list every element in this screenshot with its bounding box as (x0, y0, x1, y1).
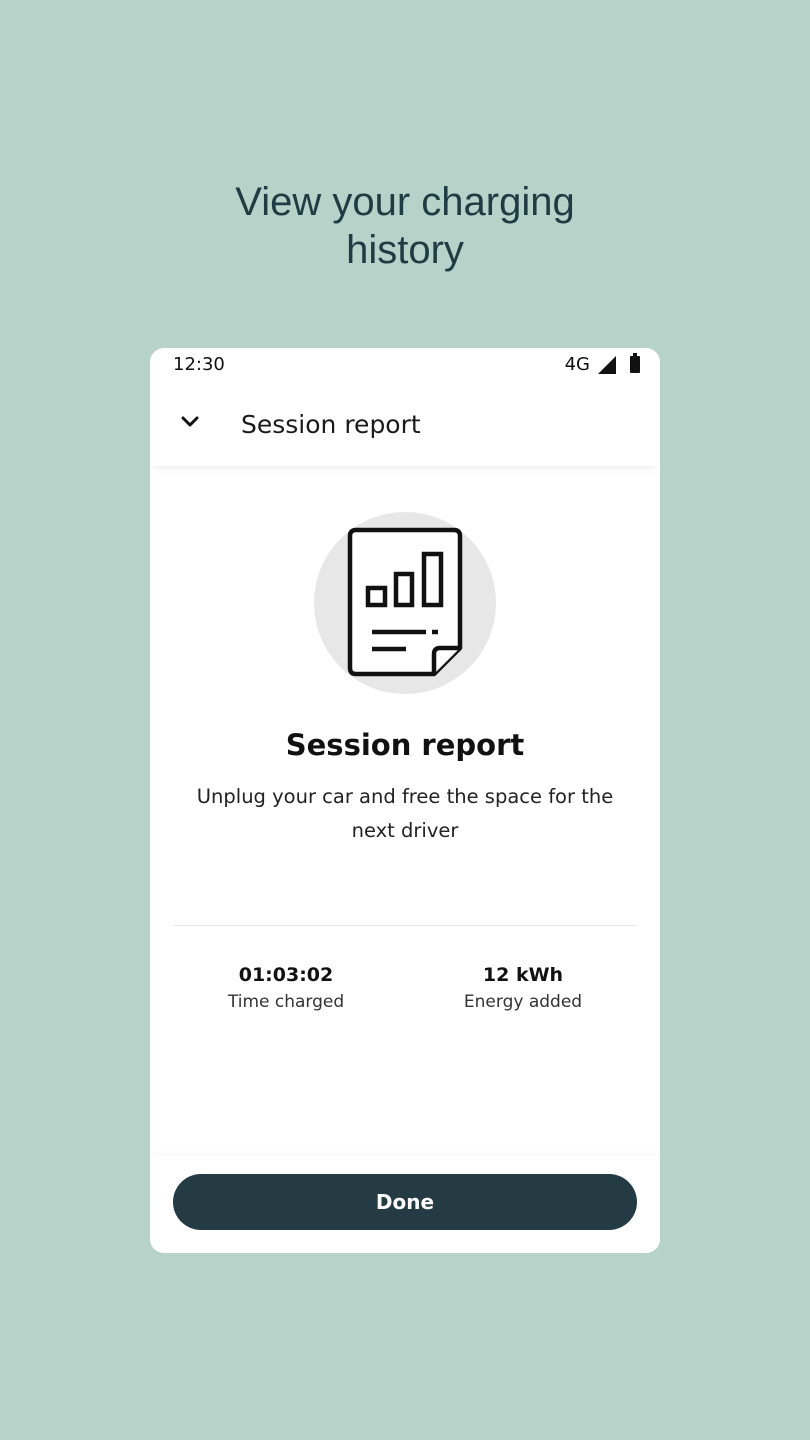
section-title: Session report (285, 728, 525, 762)
stat-value: 12 kWh (482, 964, 564, 986)
status-bar: 12:30 4G (150, 348, 660, 382)
report-illustration (314, 512, 496, 694)
phone-screen: 12:30 4G Session report Session report U… (150, 348, 660, 1253)
section-description: Unplug your car and free the space for t… (196, 785, 614, 842)
headline-line-1: View your charging (235, 180, 575, 224)
stat-energy-added: 12 kWh Energy added (413, 962, 633, 1016)
battery-icon (630, 353, 640, 373)
headline: View your charging history (0, 178, 810, 274)
stat-label: Energy added (463, 992, 583, 1012)
status-time: 12:30 (173, 354, 225, 375)
network-type: 4G (564, 354, 590, 375)
done-button[interactable]: Done (173, 1174, 637, 1230)
report-document-icon (347, 527, 463, 677)
status-indicators: 4G (564, 353, 640, 375)
divider (173, 925, 637, 926)
stat-value: 01:03:02 (238, 964, 334, 986)
headline-line-2: history (346, 228, 464, 272)
stat-time-charged: 01:03:02 Time charged (176, 962, 396, 1016)
app-bar: Session report (150, 382, 660, 466)
stat-label: Time charged (227, 992, 345, 1012)
app-bar-title: Session report (241, 410, 421, 439)
chevron-down-icon[interactable] (176, 408, 204, 436)
signal-icon (598, 355, 616, 374)
footer: Done (150, 1156, 660, 1253)
